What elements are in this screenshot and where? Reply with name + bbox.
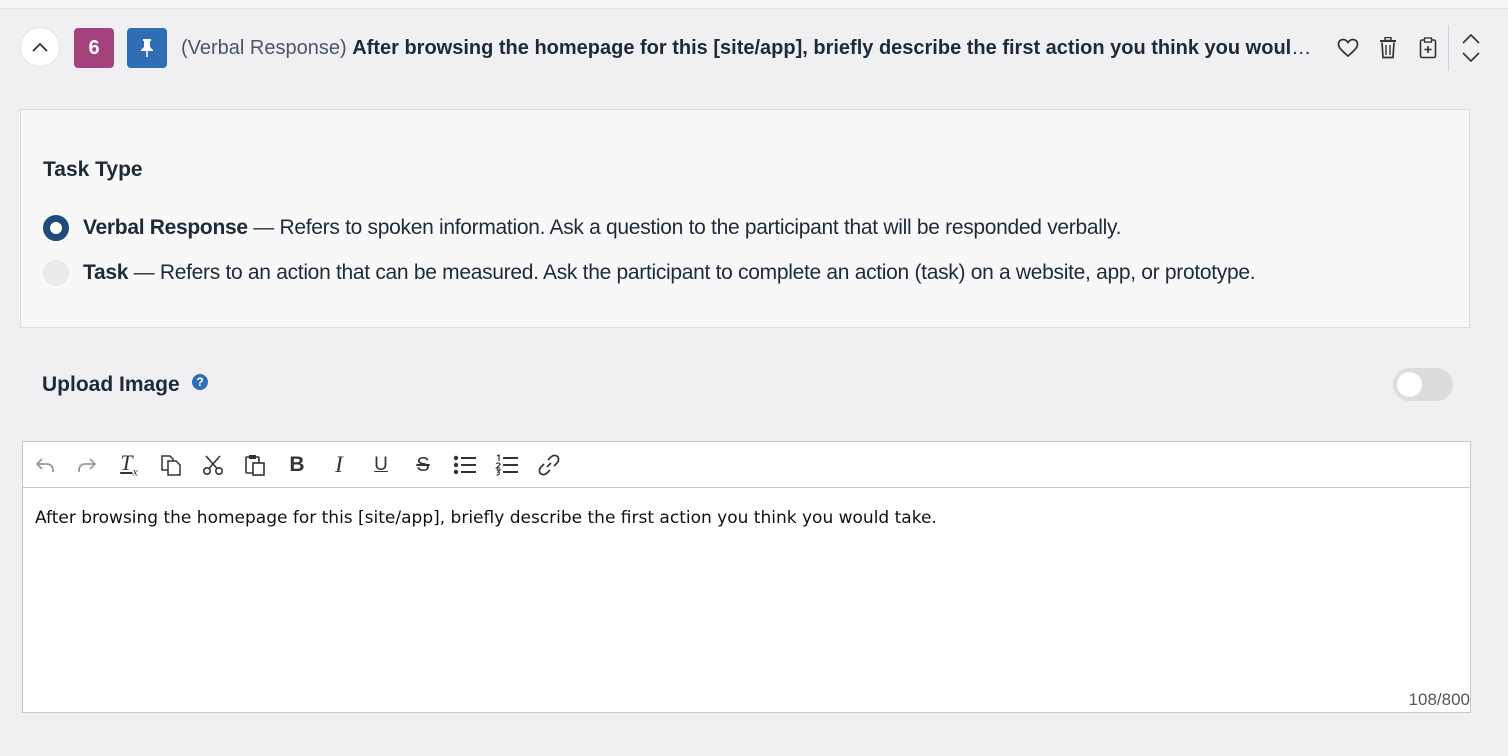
radio-option-verbal-response[interactable]: Verbal Response — Refers to spoken infor… xyxy=(43,215,1121,241)
cut-icon xyxy=(202,455,224,476)
upload-image-toggle[interactable] xyxy=(1393,368,1453,401)
editor-toolbar: Tx B I U S xyxy=(23,442,1470,488)
strikethrough-button[interactable]: S xyxy=(410,453,436,477)
paste-icon xyxy=(245,455,265,476)
redo-icon xyxy=(78,458,97,472)
header-divider xyxy=(1448,25,1449,71)
option-description: — Refers to spoken information. Ask a qu… xyxy=(247,216,1122,239)
radio-unselected-icon[interactable] xyxy=(43,260,69,286)
underline-icon: U xyxy=(374,454,388,475)
bold-button[interactable]: B xyxy=(284,453,310,477)
question-title-text: After browsing the homepage for this [si… xyxy=(352,37,1316,59)
trash-icon xyxy=(1380,37,1396,59)
redo-button[interactable] xyxy=(74,453,100,477)
radio-option-task[interactable]: Task — Refers to an action that can be m… xyxy=(43,260,1256,286)
collapse-button[interactable] xyxy=(20,27,60,67)
clear-format-button[interactable]: Tx xyxy=(116,450,142,479)
top-divider xyxy=(0,0,1508,9)
option-name: Task xyxy=(83,261,129,284)
link-button[interactable] xyxy=(536,453,562,477)
delete-button[interactable] xyxy=(1375,35,1401,61)
copy-button[interactable] xyxy=(158,453,184,477)
bulleted-list-icon xyxy=(453,455,476,475)
task-type-heading: Task Type xyxy=(43,158,143,181)
chevron-up-icon xyxy=(32,42,48,52)
reorder-handle[interactable] xyxy=(1460,31,1482,65)
strikethrough-icon: S xyxy=(416,453,430,476)
pin-button[interactable] xyxy=(127,28,167,68)
question-type-label: (Verbal Response) xyxy=(181,37,347,59)
italic-button[interactable]: I xyxy=(326,452,352,477)
toggle-knob xyxy=(1397,372,1422,397)
bold-icon: B xyxy=(289,453,305,476)
option-name: Verbal Response xyxy=(83,216,248,239)
reorder-icon xyxy=(1462,33,1480,63)
option-description: — Refers to an action that can be measur… xyxy=(128,261,1256,284)
copy-icon xyxy=(161,455,181,476)
numbered-list-icon xyxy=(495,454,518,476)
heart-icon xyxy=(1337,38,1359,58)
bulleted-list-button[interactable] xyxy=(452,453,478,477)
numbered-list-button[interactable] xyxy=(494,453,520,477)
undo-button[interactable] xyxy=(32,453,58,477)
radio-selected-icon[interactable] xyxy=(43,215,69,241)
upload-image-label: Upload Image xyxy=(42,373,180,396)
favorite-button[interactable] xyxy=(1335,35,1361,61)
task-type-panel: Task Type Verbal Response — Refers to sp… xyxy=(20,109,1470,328)
clear-format-icon: Tx xyxy=(120,450,138,479)
duplicate-button[interactable] xyxy=(1415,35,1441,61)
undo-icon xyxy=(35,458,54,472)
character-counter: 108/800 xyxy=(1408,690,1470,709)
clipboard-add-icon xyxy=(1419,37,1437,59)
rich-text-editor: Tx B I U S After browsing the homepage f… xyxy=(22,441,1471,713)
pin-icon xyxy=(141,39,153,57)
cut-button[interactable] xyxy=(200,453,226,477)
italic-icon: I xyxy=(335,452,343,477)
question-title[interactable]: (Verbal Response) After browsing the hom… xyxy=(181,37,1316,60)
help-icon[interactable]: ? xyxy=(192,374,208,390)
question-number-badge: 6 xyxy=(74,28,114,68)
question-header: 6 (Verbal Response) After browsing the h… xyxy=(20,25,1490,71)
editor-content[interactable]: After browsing the homepage for this [si… xyxy=(35,508,937,528)
paste-button[interactable] xyxy=(242,453,268,477)
link-icon xyxy=(538,454,560,476)
underline-button[interactable]: U xyxy=(368,453,394,477)
